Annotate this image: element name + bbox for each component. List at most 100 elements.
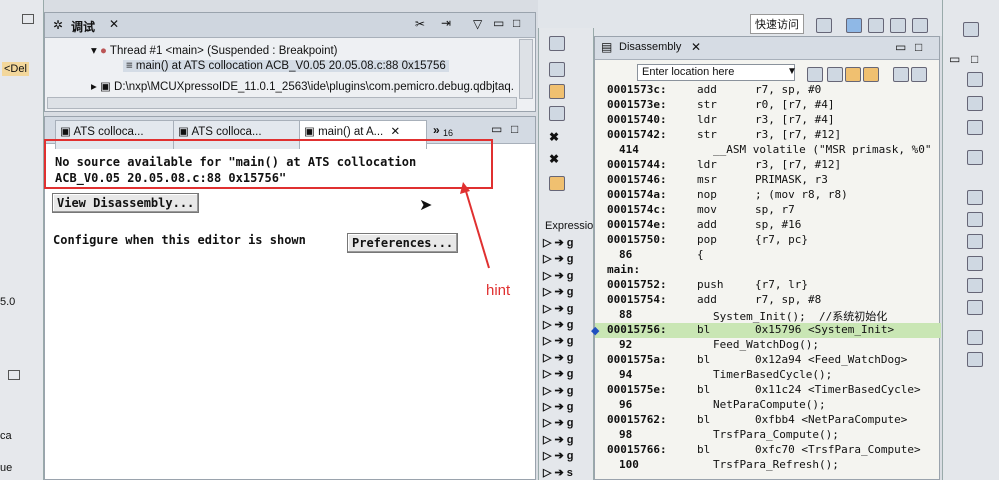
disassembly-line[interactable]: 00015756: bl 0x15796 <System_Init> (595, 323, 941, 338)
disassembly-line[interactable]: 0001575e: bl 0x11c24 <TimerBasedCycle> (595, 383, 941, 398)
toolbar-icon[interactable] (967, 352, 983, 367)
minimize-icon[interactable] (8, 370, 20, 380)
disassembly-line[interactable]: main: (595, 263, 941, 278)
disassembly-line[interactable]: 00015766: bl 0xfc70 <TrsfPara_Compute> (595, 443, 941, 458)
tab-overflow-icon[interactable]: » (433, 123, 440, 137)
disassembly-line[interactable]: 00015742: str r3, [r7, #12] (595, 128, 941, 143)
path-node[interactable]: ▸ ▣ D:\nxp\MCUXpressoIDE_11.0.1_2563\ide… (91, 79, 514, 93)
expression-row[interactable]: ▷ ➔ g (543, 449, 574, 462)
toolbar-icon[interactable] (967, 256, 983, 271)
toolbar-icon[interactable] (549, 176, 565, 191)
toolbar-icon[interactable] (967, 120, 983, 135)
disassembly-line[interactable]: 00015750: pop {r7, pc} (595, 233, 941, 248)
expression-row[interactable]: ▷ ➔ g (543, 334, 574, 347)
disassembly-line[interactable]: 98 TrsfPara_Compute(); (595, 428, 941, 443)
toolbar-icon[interactable] (863, 67, 879, 82)
toolbar-icon[interactable] (963, 22, 979, 37)
disassembly-line[interactable]: 414 __ASM volatile ("MSR primask, %0" (595, 143, 941, 158)
disassembly-tab-title[interactable]: Disassembly (619, 41, 681, 53)
toolbar-icon[interactable] (890, 18, 906, 33)
disassembly-line[interactable]: 0001573c: add r7, sp, #0 (595, 83, 941, 98)
disassembly-line[interactable]: 96 NetParaCompute(); (595, 398, 941, 413)
expression-row[interactable]: ▷ ➔ s (543, 466, 573, 479)
dropdown-icon[interactable]: ▼ (787, 66, 797, 77)
expression-row[interactable]: ▷ ➔ g (543, 252, 574, 265)
toolbar-icon[interactable] (845, 67, 861, 82)
disassembly-line[interactable]: 0001575a: bl 0x12a94 <Feed_WatchDog> (595, 353, 941, 368)
disassembly-line[interactable]: 00015746: msr PRIMASK, r3 (595, 173, 941, 188)
remove-icon[interactable]: ✖ (549, 130, 559, 144)
toolbar-icon[interactable] (967, 190, 983, 205)
toolbar-icon[interactable] (911, 67, 927, 82)
disassembly-line[interactable]: 86 { (595, 248, 941, 263)
disassembly-line[interactable]: 00015752: push {r7, lr} (595, 278, 941, 293)
toolbar-icon[interactable] (967, 150, 983, 165)
left-tab-label[interactable]: <Del (2, 62, 29, 76)
thread-node[interactable]: ▾ ● Thread #1 <main> (Suspended : Breakp… (91, 43, 338, 57)
view-menu-icon[interactable]: ▽ (473, 17, 482, 31)
toolbar-icon[interactable] (912, 18, 928, 33)
expression-row[interactable]: ▷ ➔ g (543, 367, 574, 380)
expression-row[interactable]: ▷ ➔ g (543, 318, 574, 331)
toolbar-icon[interactable] (967, 300, 983, 315)
disassembly-line[interactable]: 00015754: add r7, sp, #8 (595, 293, 941, 308)
disassembly-line[interactable]: 00015740: ldr r3, [r7, #4] (595, 113, 941, 128)
expressions-title[interactable]: Expressio (545, 220, 593, 232)
maximize-icon[interactable]: □ (513, 16, 520, 30)
expression-row[interactable]: ▷ ➔ g (543, 351, 574, 364)
disassembly-line[interactable]: 00015762: bl 0xfbb4 <NetParaCompute> (595, 413, 941, 428)
toolbar-icon[interactable] (549, 62, 565, 77)
toolbar-icon[interactable] (967, 72, 983, 87)
toolbar-icon[interactable] (967, 330, 983, 345)
minimize-icon[interactable]: ▭ (493, 16, 504, 30)
toolbar-icon[interactable] (967, 96, 983, 111)
home-icon[interactable] (807, 67, 823, 82)
disassembly-line[interactable]: 0001574a: nop ; (mov r8, r8) (595, 188, 941, 203)
quick-access-field[interactable]: 快速访问 (750, 14, 804, 34)
expression-row[interactable]: ▷ ➔ g (543, 416, 574, 429)
expression-row[interactable]: ▷ ➔ g (543, 269, 574, 282)
step-icon[interactable]: ⇥ (441, 16, 451, 30)
disassembly-line[interactable]: 94 TimerBasedCycle(); (595, 368, 941, 383)
toolbar-icon[interactable]: ✂ (415, 17, 425, 31)
stack-frame[interactable]: ≡ main() at ATS collocation ACB_V0.05 20… (123, 60, 449, 72)
toolbar-icon[interactable] (967, 212, 983, 227)
debug-tab-title[interactable]: 调试 (71, 18, 95, 35)
toolbar-icon[interactable] (967, 278, 983, 293)
disassembly-line[interactable]: 88 System_Init(); //系统初始化 (595, 308, 941, 323)
disassembly-line[interactable]: 00015744: ldr r3, [r7, #12] (595, 158, 941, 173)
disassembly-line[interactable]: 92 Feed_WatchDog(); (595, 338, 941, 353)
toolbar-icon[interactable] (549, 36, 565, 51)
horizontal-scrollbar[interactable] (47, 97, 517, 109)
expression-row[interactable]: ▷ ➔ g (543, 433, 574, 446)
view-disassembly-button[interactable]: View Disassembly... (52, 193, 200, 213)
expression-row[interactable]: ▷ ➔ g (543, 285, 574, 298)
location-input[interactable]: Enter location here (637, 64, 795, 81)
link-icon[interactable] (827, 67, 843, 82)
close-icon[interactable]: ✕ (390, 126, 400, 138)
expression-row[interactable]: ▷ ➔ g (543, 236, 574, 249)
minimize-icon[interactable]: ▭ (895, 40, 906, 54)
expression-row[interactable]: ▷ ➔ g (543, 302, 574, 315)
disassembly-line[interactable]: 0001574e: add sp, #16 (595, 218, 941, 233)
maximize-icon[interactable]: □ (915, 40, 922, 54)
remove-all-icon[interactable]: ✖ (549, 152, 559, 166)
toolbar-icon[interactable] (549, 84, 565, 99)
close-icon[interactable]: ✕ (109, 17, 119, 31)
maximize-icon[interactable]: □ (511, 122, 518, 136)
expression-row[interactable]: ▷ ➔ g (543, 384, 574, 397)
vertical-scrollbar[interactable] (519, 39, 533, 99)
toolbar-icon[interactable] (893, 67, 909, 82)
toolbar-icon[interactable] (549, 106, 565, 121)
preferences-button[interactable]: Preferences... (347, 233, 459, 253)
minimize-icon[interactable]: ▭ (491, 122, 502, 136)
minimize-icon[interactable] (22, 14, 34, 24)
disassembly-line[interactable]: 0001573e: str r0, [r7, #4] (595, 98, 941, 113)
perspective-icon[interactable] (816, 18, 832, 33)
disassembly-line[interactable]: 100 TrsfPara_Refresh(); (595, 458, 941, 473)
disassembly-line[interactable]: 0001574c: mov sp, r7 (595, 203, 941, 218)
toolbar-icon[interactable] (967, 234, 983, 249)
minimize-icon[interactable]: ▭ (949, 52, 960, 66)
debug-perspective-icon[interactable] (846, 18, 862, 33)
expression-row[interactable]: ▷ ➔ g (543, 400, 574, 413)
